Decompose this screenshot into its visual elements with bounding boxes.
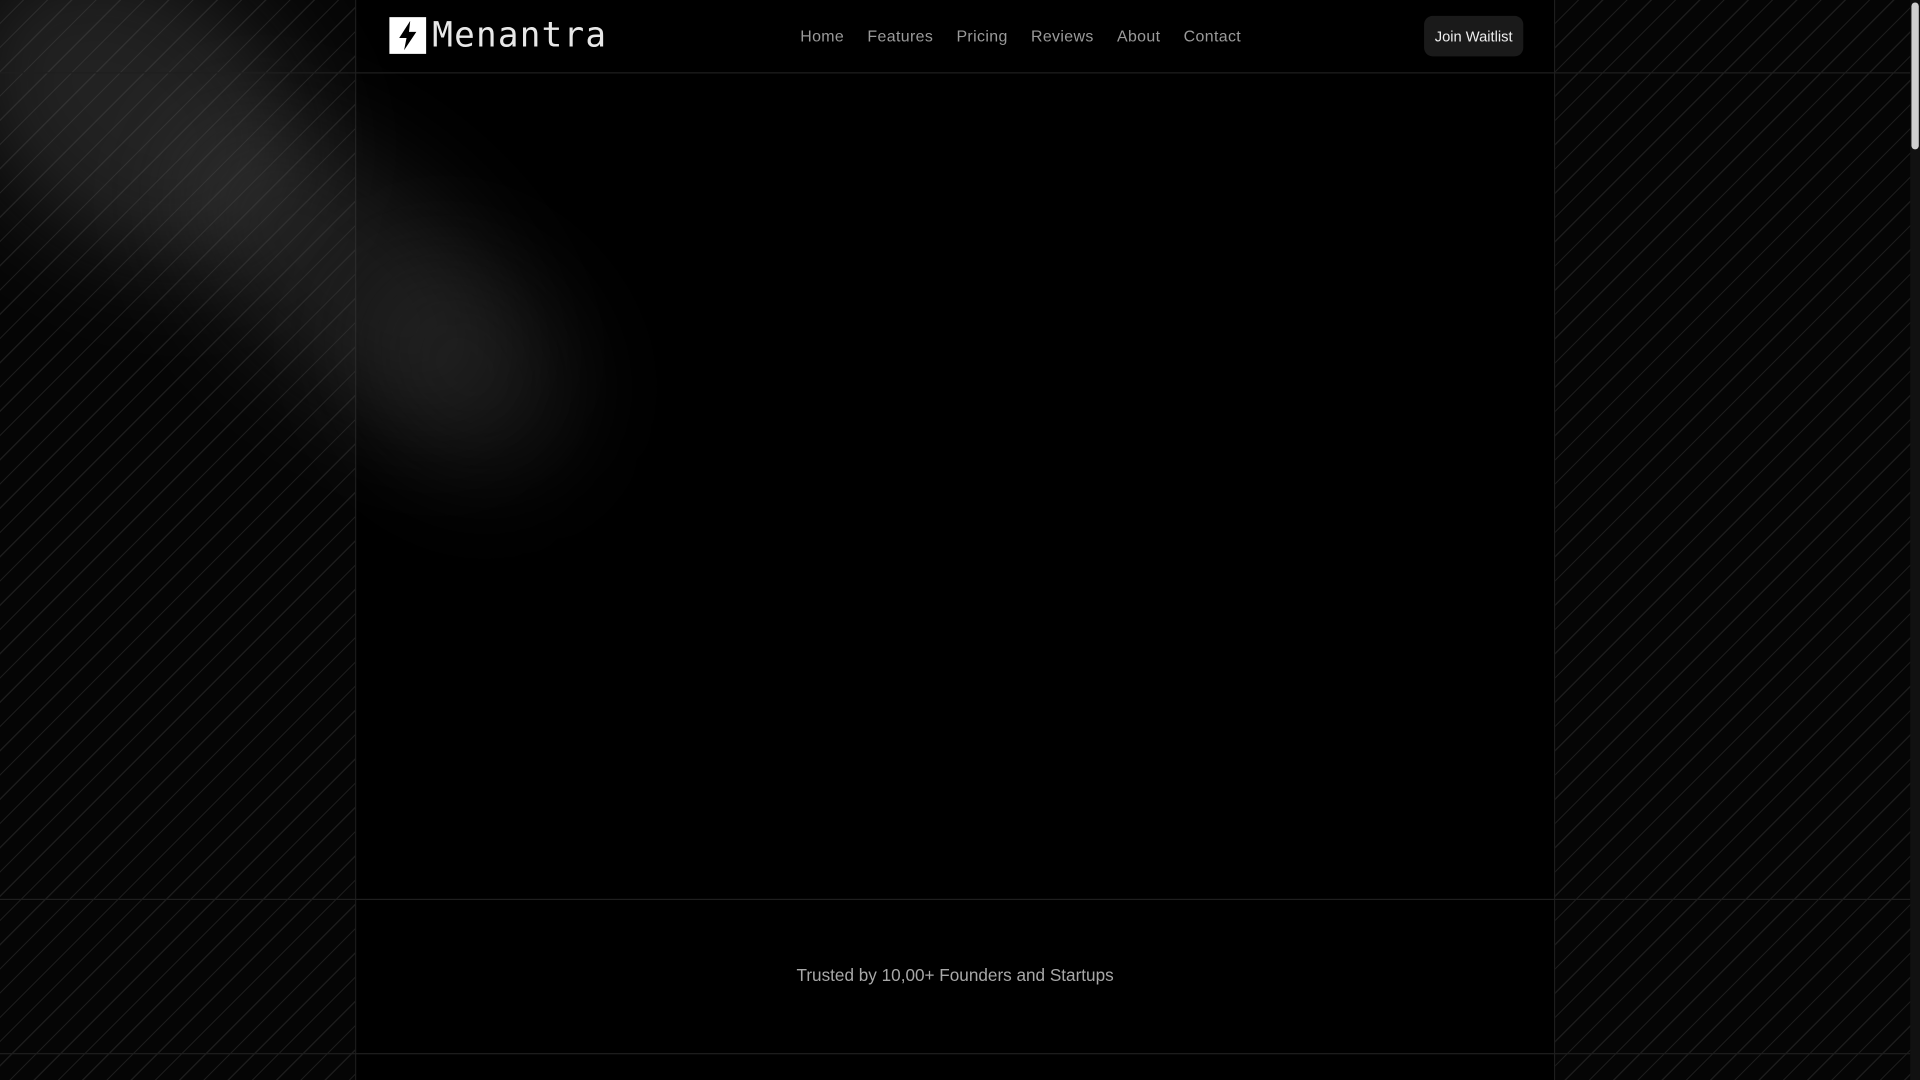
- scrollbar-thumb[interactable]: [1911, 2, 1919, 150]
- nav-contact[interactable]: Contact: [1172, 24, 1253, 47]
- nav-pricing[interactable]: Pricing: [945, 24, 1020, 47]
- main-nav: Home Features Pricing Reviews About Cont…: [789, 24, 1253, 47]
- trusted-by-text: Trusted by 10,00+ Founders and Startups: [796, 964, 1114, 985]
- nav-reviews[interactable]: Reviews: [1019, 24, 1105, 47]
- page: Menantra Home Features Pricing Reviews A…: [0, 0, 1920, 1080]
- site-header: Menantra Home Features Pricing Reviews A…: [0, 0, 1910, 72]
- join-waitlist-button[interactable]: Join Waitlist: [1424, 15, 1524, 57]
- lightning-bolt-icon: [389, 17, 427, 54]
- header-divider: [0, 72, 1911, 74]
- left-striped-panel: [0, 0, 357, 1080]
- nav-about[interactable]: About: [1105, 24, 1172, 47]
- brand-name: Menantra: [432, 14, 608, 56]
- scrollbar[interactable]: [1910, 0, 1920, 1080]
- hero-section: [356, 0, 1554, 1080]
- nav-features[interactable]: Features: [856, 24, 945, 47]
- section-divider: [0, 1053, 1911, 1055]
- right-striped-panel: [1553, 0, 1912, 1080]
- section-divider: [0, 898, 1911, 901]
- nav-home[interactable]: Home: [789, 24, 856, 47]
- brand-logo[interactable]: Menantra: [389, 17, 607, 54]
